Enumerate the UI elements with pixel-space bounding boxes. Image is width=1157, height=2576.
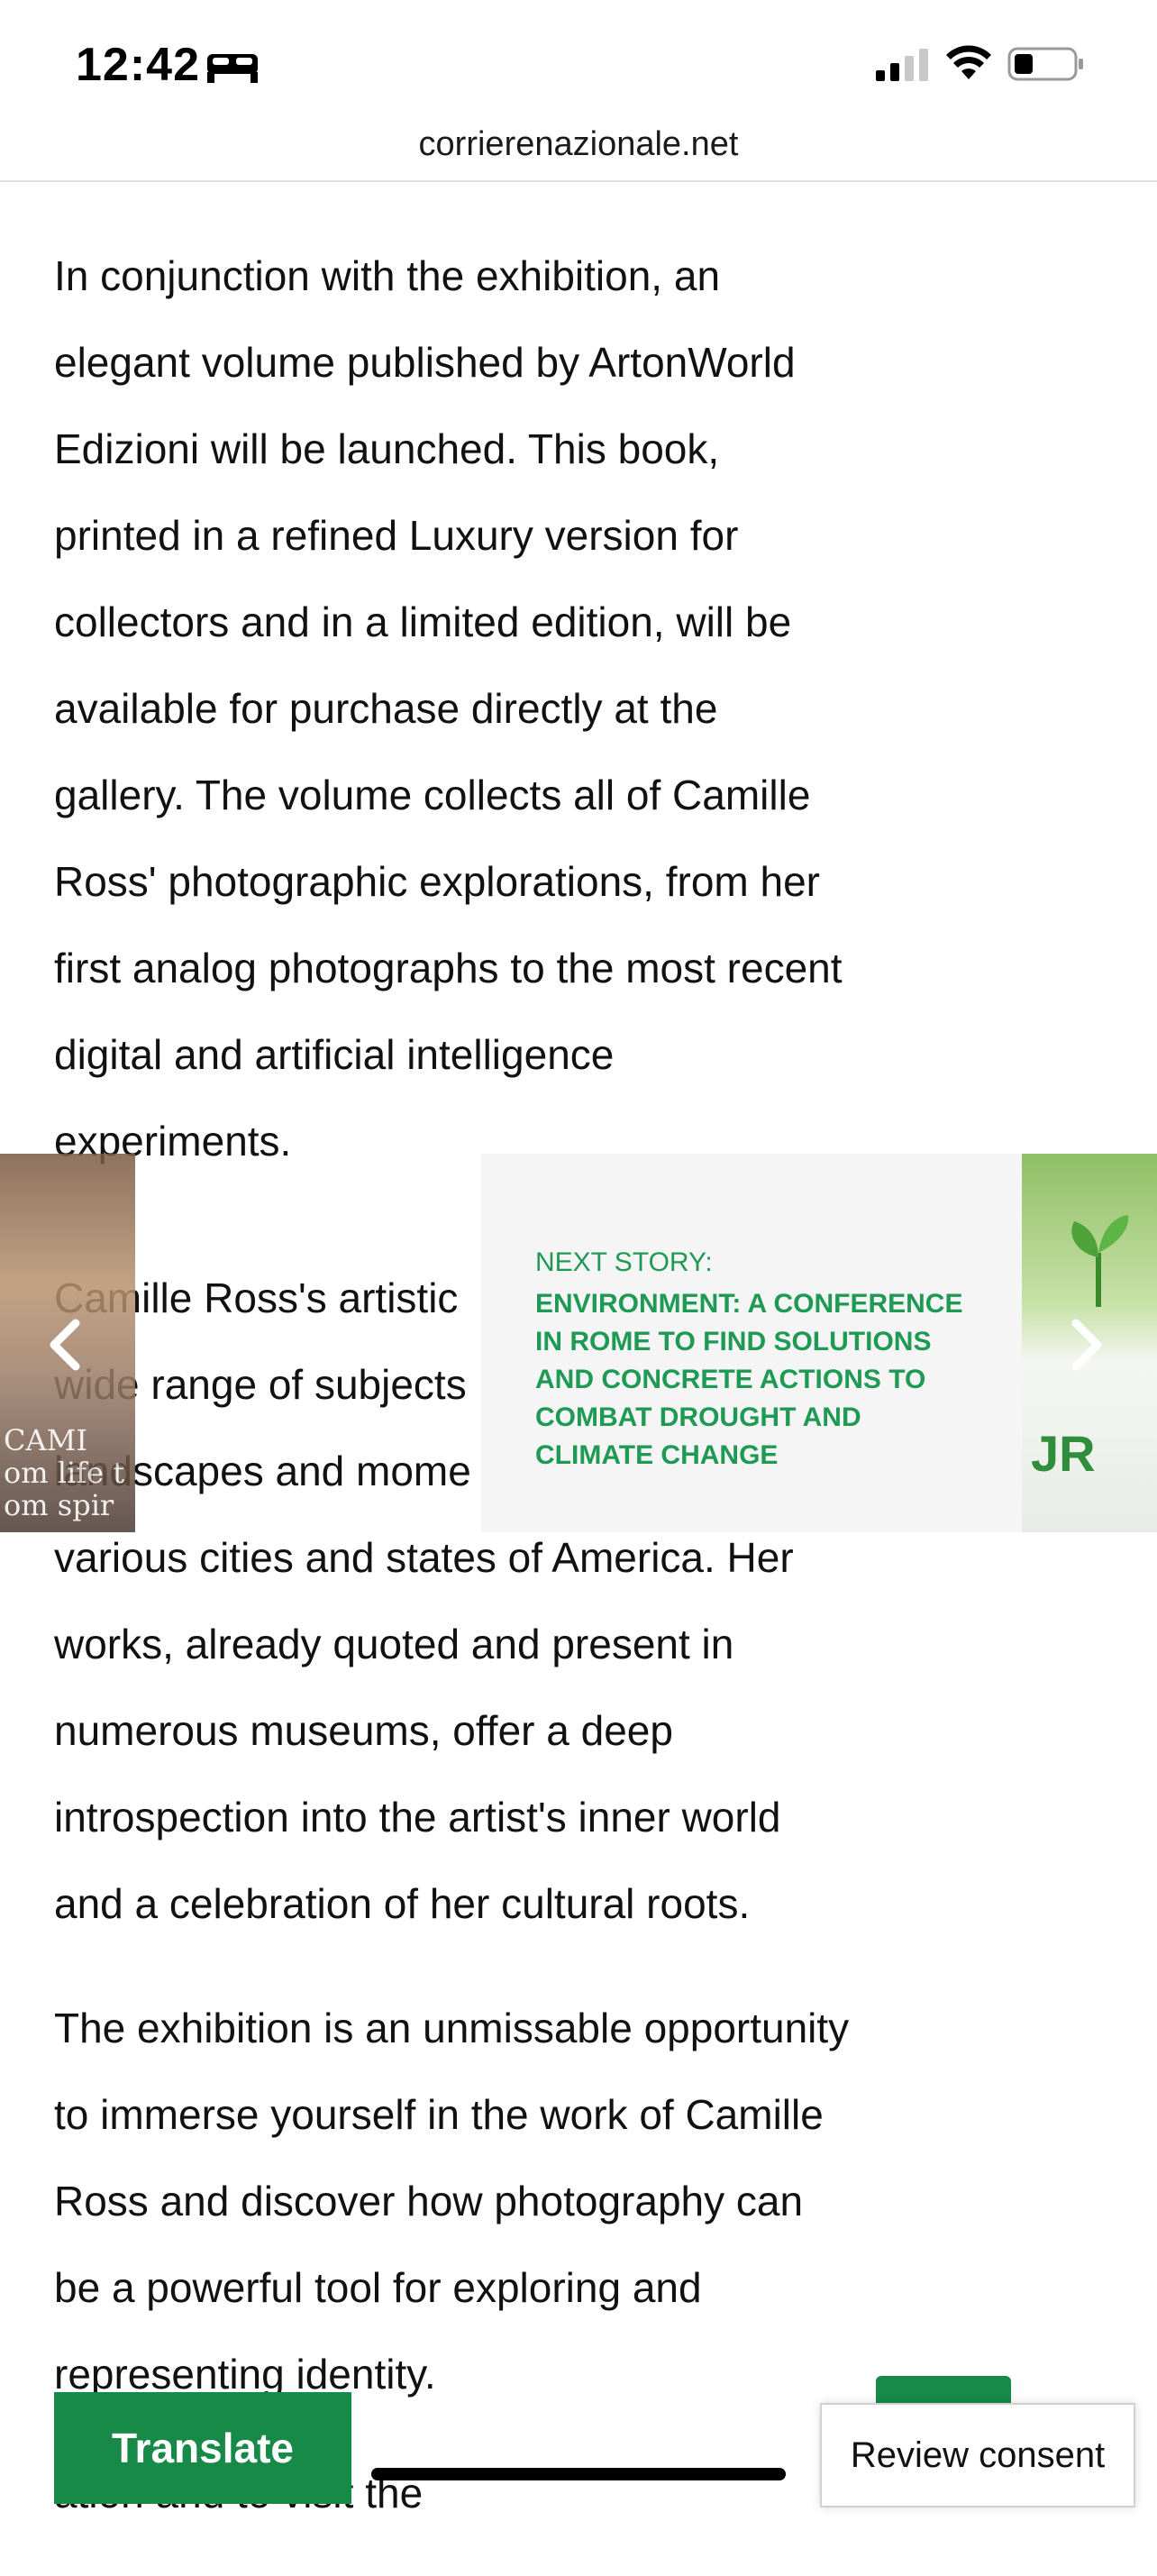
article-paragraph: The exhibition is an unmissable opportun… [54, 2005, 850, 2398]
status-bar: 12:42 [0, 0, 1157, 126]
review-consent-button[interactable]: Review consent [820, 2403, 1135, 2507]
wifi-icon [946, 45, 991, 79]
next-story-title[interactable]: ENVIRONMENT: A CONFERENCE IN ROME TO FIN… [535, 1285, 986, 1475]
next-story-label: NEXT STORY: [535, 1247, 713, 1277]
next-story-carousel: CAMI om life t om spir NEXT STORY: ENVIR… [0, 1154, 1157, 1532]
chevron-left-icon[interactable] [47, 1318, 83, 1372]
article-paragraph: In conjunction with the exhibition, an e… [54, 252, 843, 1165]
url-bar[interactable]: corrierenazionale.net [0, 117, 1157, 182]
bed-icon [207, 54, 258, 83]
battery-icon [1007, 47, 1083, 81]
thumbnail-text: CAMI om life t om spir [4, 1423, 125, 1522]
home-indicator[interactable] [371, 2468, 786, 2480]
status-time: 12:42 [76, 39, 200, 91]
thumbnail-text: JR [1031, 1425, 1096, 1482]
translate-button[interactable]: Translate [54, 2392, 351, 2504]
chevron-right-icon[interactable] [1069, 1318, 1105, 1372]
next-story-card[interactable]: NEXT STORY: ENVIRONMENT: A CONFERENCE IN… [481, 1154, 1022, 1532]
cellular-signal-icon [876, 49, 928, 81]
sprout-icon [1071, 1215, 1129, 1307]
